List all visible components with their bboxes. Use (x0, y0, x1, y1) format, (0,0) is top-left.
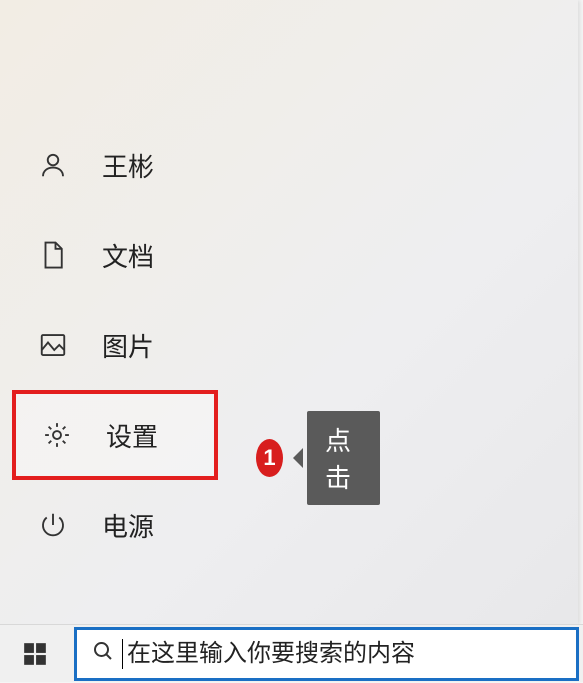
pictures-icon (36, 328, 70, 362)
gear-icon (40, 418, 74, 452)
menu-label-pictures: 图片 (102, 327, 154, 364)
user-icon (36, 148, 70, 182)
search-input[interactable] (127, 640, 562, 668)
menu-item-user[interactable]: 王彬 (0, 120, 578, 210)
menu-label-documents: 文档 (102, 237, 154, 274)
start-menu-panel: 王彬 文档 图片 设置 1 点击 (0, 0, 578, 625)
menu-label-power: 电源 (102, 507, 154, 544)
start-button[interactable] (0, 625, 70, 683)
annotation-callout: 1 点击 (256, 411, 380, 505)
menu-label-settings: 设置 (106, 417, 158, 454)
text-cursor (122, 639, 123, 669)
menu-item-settings[interactable]: 设置 1 点击 (12, 390, 218, 480)
power-icon (36, 508, 70, 542)
menu-list: 王彬 文档 图片 设置 1 点击 (0, 120, 578, 570)
menu-item-pictures[interactable]: 图片 (0, 300, 578, 390)
menu-item-documents[interactable]: 文档 (0, 210, 578, 300)
document-icon (36, 238, 70, 272)
windows-logo-icon (22, 641, 48, 667)
search-box[interactable] (74, 627, 579, 681)
taskbar (0, 624, 583, 682)
menu-label-user: 王彬 (102, 147, 154, 184)
annotation-number-badge: 1 (256, 439, 283, 477)
annotation-tooltip: 点击 (307, 411, 380, 505)
search-icon (91, 639, 115, 668)
